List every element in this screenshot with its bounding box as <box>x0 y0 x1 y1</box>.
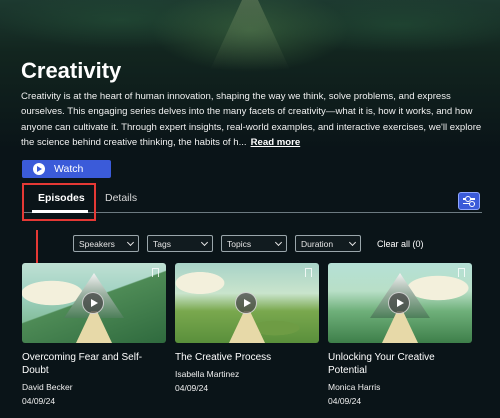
episode-title[interactable]: Overcoming Fear and Self-Doubt <box>22 351 166 377</box>
episode-card[interactable]: The Creative Process Isabella Martinez 0… <box>175 263 319 393</box>
episode-speaker: Isabella Martinez <box>175 369 240 379</box>
play-icon[interactable] <box>388 292 410 314</box>
duration-filter[interactable]: Duration <box>295 235 361 252</box>
chevron-down-icon <box>274 238 283 246</box>
episode-date: 04/09/24 <box>175 383 209 393</box>
episode-card[interactable]: Unlocking Your Creative Potential Monica… <box>328 263 472 406</box>
filter-settings-icon-line <box>463 201 475 206</box>
series-title: Creativity <box>21 58 122 83</box>
series-description: Creativity is at the heart of human inno… <box>21 89 491 150</box>
episode-thumbnail[interactable] <box>328 263 472 343</box>
clear-all-button[interactable]: Clear all (0) <box>377 239 424 249</box>
duration-filter-label: Duration <box>301 238 334 249</box>
episode-date: 04/09/24 <box>328 396 362 406</box>
tags-filter-label: Tags <box>153 238 171 249</box>
bookmark-icon[interactable] <box>458 268 465 277</box>
topics-filter[interactable]: Topics <box>221 235 287 252</box>
episode-speaker: David Becker <box>22 382 73 392</box>
topics-filter-label: Topics <box>227 238 252 249</box>
play-icon <box>33 163 45 175</box>
chevron-down-icon <box>348 238 357 246</box>
tags-filter[interactable]: Tags <box>147 235 213 252</box>
filter-settings-icon <box>463 196 475 201</box>
play-icon[interactable] <box>235 292 257 314</box>
episode-date: 04/09/24 <box>22 396 56 406</box>
watch-button-label: Watch <box>54 163 84 175</box>
filter-bar: Speakers Tags Topics Duration Clear all … <box>73 235 424 252</box>
bookmark-icon[interactable] <box>152 268 159 277</box>
thumbnail-path <box>229 311 265 343</box>
episode-speaker: Monica Harris <box>328 382 381 392</box>
episode-card[interactable]: Overcoming Fear and Self-Doubt David Bec… <box>22 263 166 406</box>
tab-details[interactable]: Details <box>105 192 137 204</box>
speakers-filter-label: Speakers <box>79 238 115 249</box>
annotation-highlight-box <box>22 183 96 221</box>
episode-thumbnail[interactable] <box>22 263 166 343</box>
episode-title[interactable]: Unlocking Your Creative Potential <box>328 351 472 377</box>
chevron-down-icon <box>200 238 209 246</box>
watch-button[interactable]: Watch <box>22 160 111 178</box>
filter-settings-button[interactable] <box>458 192 480 210</box>
read-more-link[interactable]: Read more <box>251 137 301 148</box>
bookmark-icon[interactable] <box>305 268 312 277</box>
episode-title[interactable]: The Creative Process <box>175 351 319 364</box>
play-icon[interactable] <box>82 292 104 314</box>
chevron-down-icon <box>126 238 135 246</box>
episode-thumbnail[interactable] <box>175 263 319 343</box>
speakers-filter[interactable]: Speakers <box>73 235 139 252</box>
